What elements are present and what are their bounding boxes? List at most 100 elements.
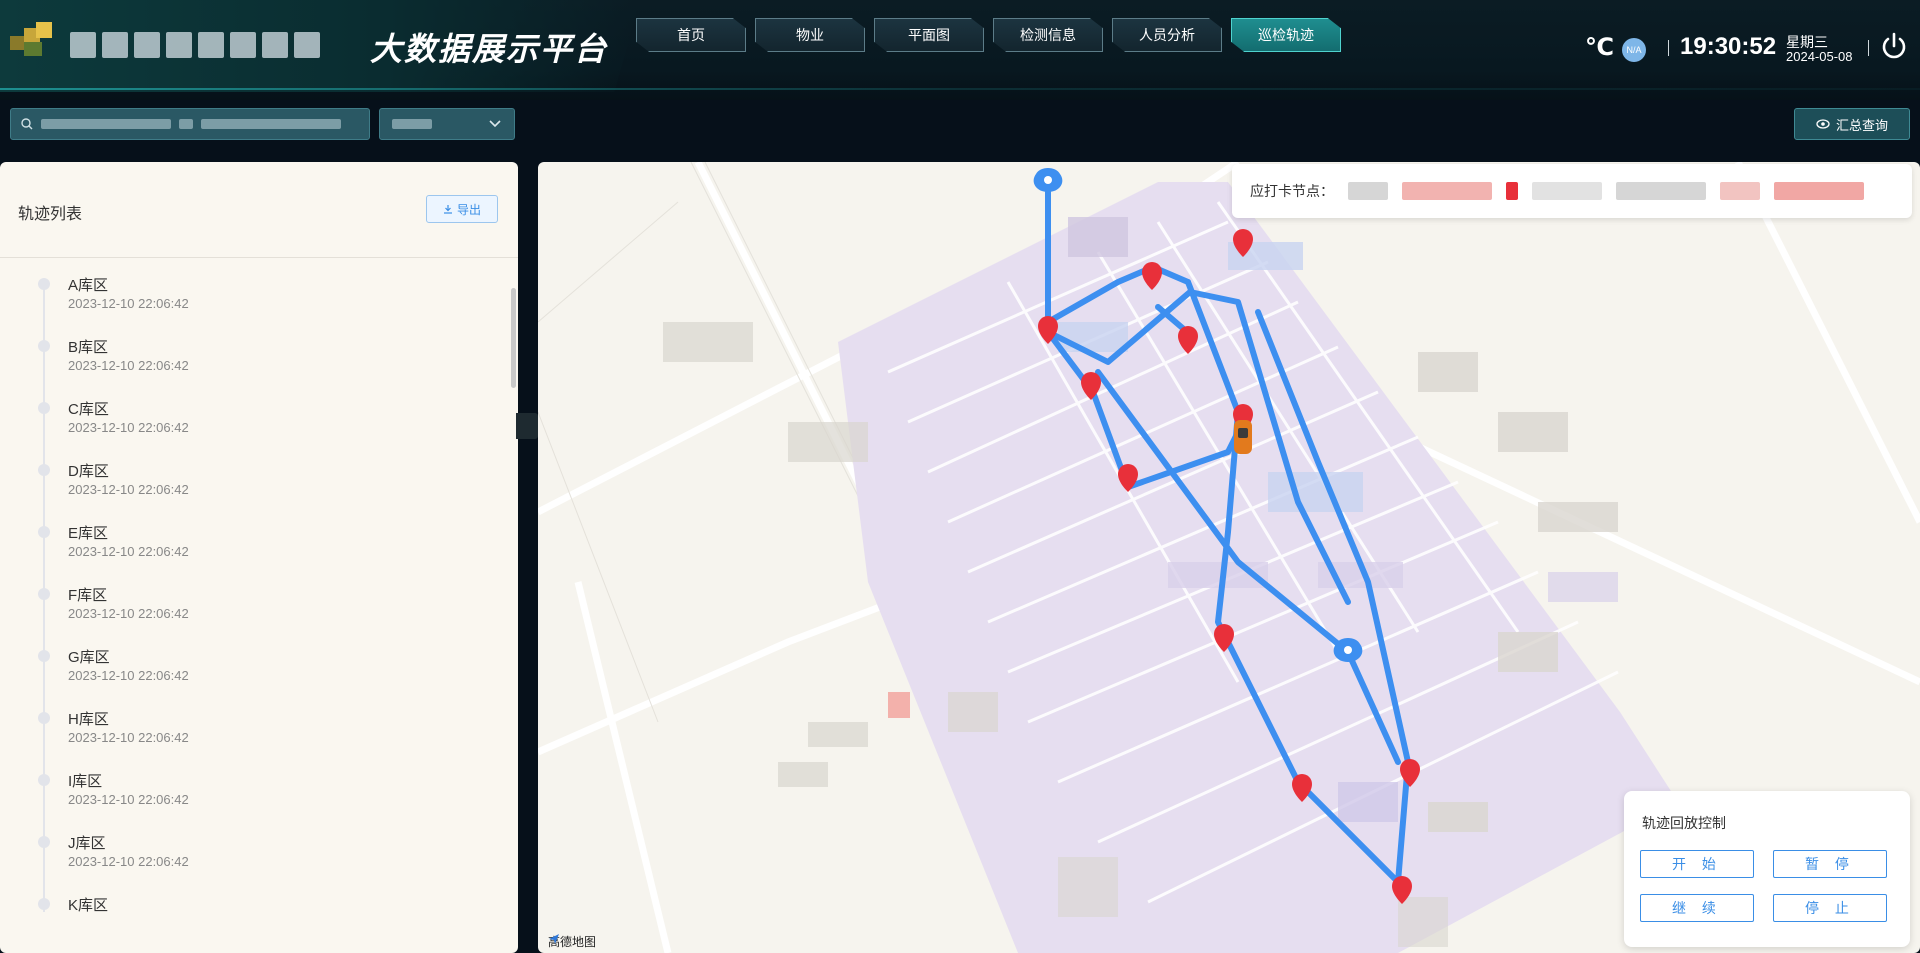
start-marker[interactable] xyxy=(1033,168,1063,192)
timeline-item-time: 2023-12-10 22:06:42 xyxy=(68,854,189,869)
timeline-item-name: J库区 xyxy=(68,835,106,852)
tab-personnel-analysis[interactable]: 人员分析 xyxy=(1112,18,1222,52)
timeline-item-name: B库区 xyxy=(68,339,109,356)
map-logo-icon xyxy=(549,934,559,944)
divider xyxy=(1668,40,1669,56)
timeline-dot xyxy=(38,278,50,290)
legend-label: 应打卡节点： xyxy=(1250,183,1334,199)
range-start-redacted xyxy=(41,119,171,129)
timeline-item[interactable]: I库区 2023-12-10 22:06:42 xyxy=(30,768,490,830)
legend-item-redacted xyxy=(1720,182,1760,200)
timeline-item-time: 2023-12-10 22:06:42 xyxy=(68,792,189,807)
legend-item-redacted xyxy=(1348,182,1388,200)
timeline-item-time: 2023-12-10 22:06:42 xyxy=(68,606,189,621)
header-divider xyxy=(0,88,1920,90)
pause-button[interactable]: 暂 停 xyxy=(1773,850,1887,878)
timeline-item-name: C库区 xyxy=(68,401,109,418)
date-range-picker[interactable] xyxy=(10,108,370,140)
legend-item-redacted xyxy=(1506,182,1518,200)
timeline-item-name: A库区 xyxy=(68,277,109,294)
track-list-panel: 轨迹列表 导出 A库区 2023-12-10 22:06:42 B库区 2023… xyxy=(0,162,518,953)
timeline-item[interactable]: H库区 2023-12-10 22:06:42 xyxy=(30,706,490,768)
timeline-item[interactable]: C库区 2023-12-10 22:06:42 xyxy=(30,396,490,458)
legend-item-redacted xyxy=(1774,182,1864,200)
timeline-item-name: G库区 xyxy=(68,649,110,666)
timeline-dot xyxy=(38,588,50,600)
panel-divider xyxy=(0,257,518,258)
download-icon xyxy=(443,205,452,214)
tab-property[interactable]: 物业 xyxy=(755,18,865,52)
export-button[interactable]: 导出 xyxy=(426,195,498,223)
legend-item-redacted xyxy=(1532,182,1602,200)
timeline-item[interactable]: G库区 2023-12-10 22:06:42 xyxy=(30,644,490,706)
timeline-dot xyxy=(38,898,50,910)
timeline-item-time: 2023-12-10 22:06:42 xyxy=(68,296,189,311)
timeline-item-time: 2023-12-10 22:06:42 xyxy=(68,730,189,745)
timeline-dot xyxy=(38,712,50,724)
track-timeline: A库区 2023-12-10 22:06:42 B库区 2023-12-10 2… xyxy=(30,272,500,912)
timeline-item-name: D库区 xyxy=(68,463,109,480)
timeline-item-time: 2023-12-10 22:06:42 xyxy=(68,420,189,435)
timeline-item[interactable]: J库区 2023-12-10 22:06:42 xyxy=(30,830,490,892)
timeline-item[interactable]: D库区 2023-12-10 22:06:42 xyxy=(30,458,490,520)
timeline-item-time: 2023-12-10 22:06:42 xyxy=(68,668,189,683)
timeline-dot xyxy=(38,526,50,538)
range-end-redacted xyxy=(201,119,341,129)
panel-title: 轨迹列表 xyxy=(18,206,83,223)
timeline-item[interactable]: B库区 2023-12-10 22:06:42 xyxy=(30,334,490,396)
clock-time: 19:30:52 xyxy=(1680,33,1777,60)
timeline-item-name: K库区 xyxy=(68,897,109,912)
start-button[interactable]: 开 始 xyxy=(1640,850,1754,878)
weather-icon: N/A xyxy=(1622,38,1646,62)
timeline-dot xyxy=(38,340,50,352)
chevron-down-icon xyxy=(489,120,501,128)
playback-control-panel: 轨迹回放控制 开 始 暂 停 继 续 停 止 xyxy=(1624,791,1910,947)
legend-item-redacted xyxy=(1616,182,1706,200)
timeline-item-time: 2023-12-10 22:06:42 xyxy=(68,358,189,373)
tab-home[interactable]: 首页 xyxy=(636,18,746,52)
checkpoint-legend: 应打卡节点： xyxy=(1232,164,1912,218)
resume-button[interactable]: 继 续 xyxy=(1640,894,1754,922)
tab-floor-plan[interactable]: 平面图 xyxy=(874,18,984,52)
stop-button[interactable]: 停 止 xyxy=(1773,894,1887,922)
area-select-value-redacted xyxy=(392,119,432,129)
timeline-dot xyxy=(38,464,50,476)
divider xyxy=(1868,40,1869,56)
tab-patrol-track[interactable]: 巡检轨迹 xyxy=(1231,18,1341,52)
timeline-dot xyxy=(38,402,50,414)
title-prefix-redacted xyxy=(70,30,360,60)
panel-collapse-handle[interactable] xyxy=(516,413,538,439)
playback-title: 轨迹回放控制 xyxy=(1642,815,1726,831)
map-view[interactable]: 应打卡节点： 高德地图 轨迹回放控制 开 始 暂 停 继 续 停 止 xyxy=(538,162,1920,953)
timeline-dot xyxy=(38,774,50,786)
area-select[interactable] xyxy=(379,108,515,140)
weather-temperature: ℃ xyxy=(1585,34,1615,61)
current-position-marker[interactable] xyxy=(1333,638,1363,662)
legend-item-redacted xyxy=(1402,182,1492,200)
timeline-item[interactable]: E库区 2023-12-10 22:06:42 xyxy=(30,520,490,582)
export-label: 导出 xyxy=(456,202,481,217)
map-credit: 高德地图 xyxy=(548,933,596,950)
search-icon xyxy=(21,118,33,130)
patrol-vehicle-icon xyxy=(1234,420,1252,454)
header: 大数据展示平台 首页 物业 平面图 检测信息 人员分析 巡检轨迹 ℃ N/A 1… xyxy=(0,0,1920,100)
timeline-item-name: F库区 xyxy=(68,587,108,604)
page-title: 大数据展示平台 xyxy=(370,30,609,68)
timeline-item-time: 2023-12-10 22:06:42 xyxy=(68,544,189,559)
scrollbar[interactable] xyxy=(511,288,516,388)
timeline-dot xyxy=(38,836,50,848)
summary-query-label: 汇总查询 xyxy=(1835,117,1888,133)
power-icon[interactable] xyxy=(1878,30,1910,62)
range-separator-redacted xyxy=(179,119,193,129)
timeline-item-time: 2023-12-10 22:06:42 xyxy=(68,482,189,497)
logo-icon xyxy=(10,22,52,56)
summary-query-button[interactable]: 汇总查询 xyxy=(1794,108,1910,140)
timeline-item[interactable]: F库区 2023-12-10 22:06:42 xyxy=(30,582,490,644)
timeline-item[interactable]: A库区 2023-12-10 22:06:42 xyxy=(30,272,490,334)
tab-inspection-info[interactable]: 检测信息 xyxy=(993,18,1103,52)
timeline-item-name: E库区 xyxy=(68,525,109,542)
timeline-item[interactable]: K库区 xyxy=(30,892,490,912)
date: 2024-05-08 xyxy=(1786,49,1853,64)
nav-tabs: 首页 物业 平面图 检测信息 人员分析 巡检轨迹 xyxy=(636,18,1341,52)
timeline-item-name: H库区 xyxy=(68,711,109,728)
